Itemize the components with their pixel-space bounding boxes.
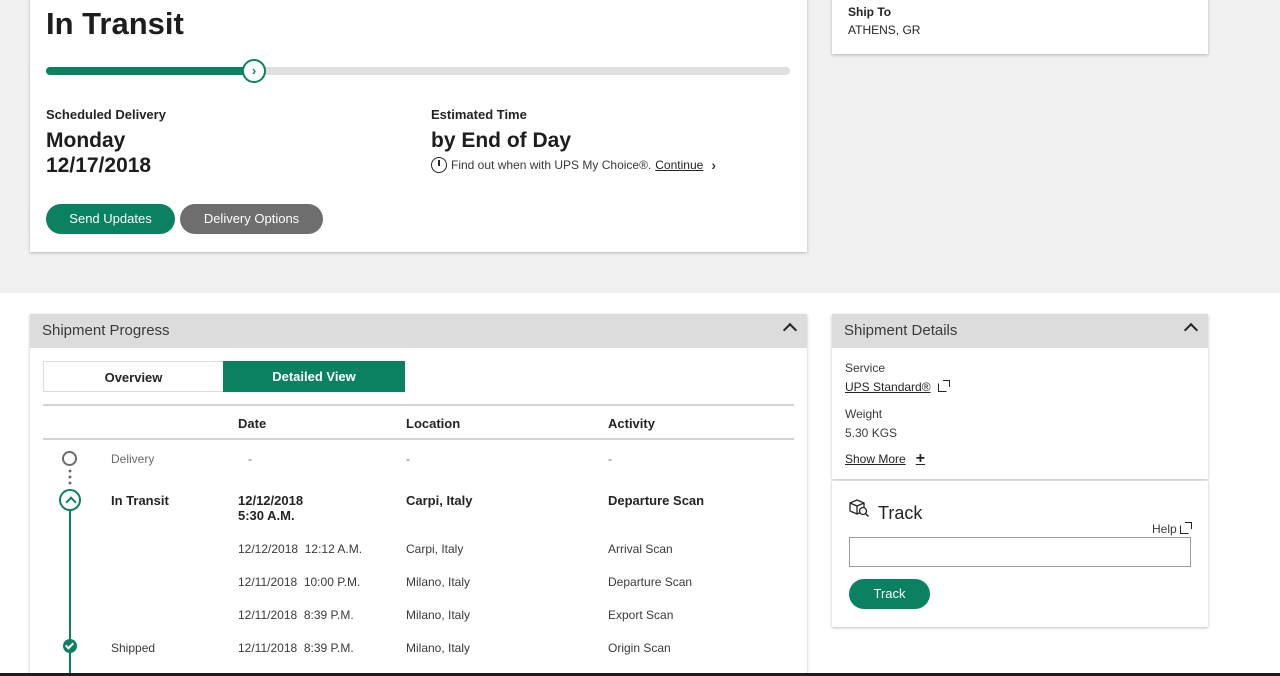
table-row-date-value: 12/12/2018 [238,493,304,508]
scheduled-delivery-label: Scheduled Delivery [46,107,166,122]
table-row-location: Carpi, Italy [406,493,473,508]
table-row-location: - [406,452,410,466]
track-title: Track [878,503,923,523]
column-header-date: Date [238,416,267,431]
timeline-delivery-circle-icon [62,451,77,466]
table-row-date: 12/11/2018 8:39 P.M. [238,641,354,655]
progress-bar-fill [46,67,254,75]
ship-to-card: Ship To ATHENS, GR [832,0,1208,54]
track-button[interactable]: Track [849,579,930,609]
column-header-location: Location [406,416,461,431]
scheduled-date: 12/17/2018 [46,154,152,177]
shipment-progress-title: Shipment Progress [42,322,170,339]
external-link-icon [1179,521,1192,534]
progress-chevron-icon: › [242,59,266,83]
shipment-progress-header[interactable]: Shipment Progress [30,314,807,348]
weight-value: 5.30 KGS [845,426,898,440]
timeline-in-transit-chevron-icon[interactable] [59,489,81,511]
timeline-shipped-check-icon [63,639,77,653]
delivery-options-button[interactable]: Delivery Options [180,204,323,234]
column-header-activity: Activity [608,416,655,431]
table-row-location: Milano, Italy [406,575,471,589]
collapse-chevron-icon[interactable] [782,322,798,338]
table-row-date: 12/12/2018 12:12 A.M. [238,542,363,556]
scheduled-delivery-value: Monday 12/17/2018 [46,128,151,178]
table-row-time-value: 5:30 A.M. [238,508,295,523]
shipment-details-title: Shipment Details [844,322,958,339]
table-row-activity: Arrival Scan [608,542,673,556]
table-row-activity: Departure Scan [608,575,693,589]
plus-icon[interactable]: + [916,450,925,468]
show-more-label[interactable]: Show More [845,452,906,466]
package-search-icon [849,499,870,518]
send-updates-button[interactable]: Send Updates [46,204,175,234]
service-label: Service [845,361,886,375]
table-row-date: - [248,452,252,466]
table-row-date: 12/12/2018 5:30 A.M. [238,493,303,523]
table-row-activity: Origin Scan [608,641,671,655]
shipment-details-header[interactable]: Shipment Details [832,314,1208,348]
collapse-chevron-icon[interactable] [1183,322,1199,338]
table-row-activity: - [608,452,612,466]
service-link[interactable]: UPS Standard® [845,379,950,394]
status-title: In Transit [46,6,184,41]
table-row-location: Carpi, Italy [406,542,464,556]
tab-overview[interactable]: Overview [43,361,224,392]
table-top-rule [43,404,794,406]
estimated-time-value: by End of Day [431,129,572,152]
timeline-dotted-connector [68,468,72,486]
show-more-link[interactable]: Show More + [845,450,925,468]
chevron-right-icon[interactable]: › [711,157,716,173]
table-row-status: Delivery [111,452,155,466]
mychoice-text: Find out when with UPS My Choice®. [451,158,652,172]
table-row-activity: Departure Scan [608,493,705,508]
table-row-status: In Transit [111,493,169,508]
table-row-location: Milano, Italy [406,608,471,622]
continue-link[interactable]: Continue [655,158,703,172]
table-row-location: Milano, Italy [406,641,471,655]
table-row-status: Shipped [111,641,156,655]
help-link[interactable]: Help [1152,521,1192,536]
table-row-date: 12/11/2018 8:39 P.M. [238,608,354,622]
external-link-icon [937,379,950,392]
table-row-date: 12/11/2018 10:00 P.M. [238,575,361,589]
weight-label: Weight [845,407,883,421]
progress-bar [46,67,790,75]
tab-detailed-view[interactable]: Detailed View [223,361,405,392]
service-value[interactable]: UPS Standard® [845,380,931,394]
mychoice-line: Find out when with UPS My Choice®. Conti… [431,157,716,173]
clock-icon [431,157,447,173]
table-header-rule [43,438,794,440]
tracking-number-input[interactable] [849,537,1191,567]
help-label[interactable]: Help [1152,522,1177,536]
ship-to-value: ATHENS, GR [848,23,921,37]
ship-to-label: Ship To [848,5,892,19]
table-row-activity: Export Scan [608,608,674,622]
scheduled-day: Monday [46,129,126,152]
estimated-time-label: Estimated Time [431,107,527,122]
